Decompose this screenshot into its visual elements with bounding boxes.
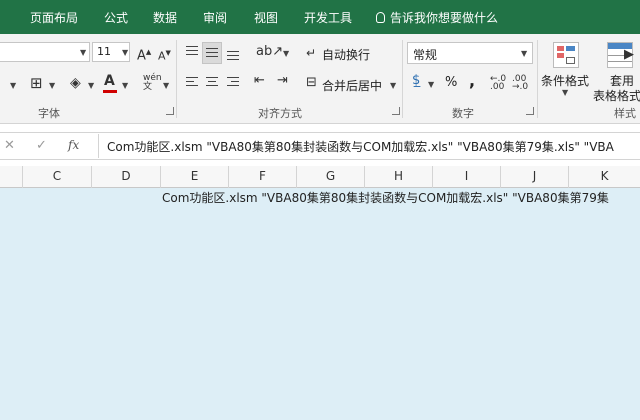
column-headers: C D E F G H I J K	[0, 166, 640, 188]
group-separator	[537, 40, 538, 118]
column-header-e[interactable]: E	[160, 166, 228, 188]
chevron-down-icon: ▼	[88, 81, 95, 90]
borders-icon[interactable]: ⊞	[30, 76, 43, 91]
cursor-pointer-icon: ▶	[624, 47, 634, 62]
phonetic-icon[interactable]: wén 文	[143, 74, 162, 92]
column-header-f[interactable]: F	[228, 166, 296, 188]
chevron-down-icon: ▼	[163, 81, 170, 90]
font-color-icon[interactable]: A	[104, 74, 115, 88]
decrease-indent-icon[interactable]: ⇤	[254, 74, 265, 88]
tab-data[interactable]: 数据	[153, 9, 177, 26]
group-separator	[176, 40, 177, 118]
font-name-box[interactable]	[0, 42, 90, 62]
chevron-down-icon: ▼	[49, 81, 56, 90]
decrease-font-icon[interactable]: A▼	[158, 46, 171, 64]
column-header-k[interactable]: K	[568, 166, 640, 188]
accounting-format-icon[interactable]: $̲	[412, 74, 420, 88]
group-label-styles: 样式	[614, 107, 636, 120]
ribbon: ▼ 11 ▼ A▲ A▼ ▼ ⊞ ▼ ◈ ▼ A ▼ wén 文 ▼ 字体 ab↗…	[0, 34, 640, 124]
fill-color-icon[interactable]: ◈	[70, 76, 81, 90]
tab-formulas[interactable]: 公式	[104, 9, 128, 26]
chevron-down-icon: ▼	[122, 81, 129, 90]
cell-value: Com功能区.xlsm "VBA80集第80集封装函数与COM加载宏.xls" …	[162, 191, 609, 205]
font-size-value: 11	[97, 45, 111, 58]
tell-me-search[interactable]: 告诉我你想要做什么	[376, 9, 498, 26]
tell-me-text: 告诉我你想要做什么	[390, 11, 499, 25]
chevron-down-icon: ▼	[428, 80, 435, 89]
confirm-icon[interactable]: ✓	[36, 138, 47, 153]
chevron-down-icon: ▼	[521, 49, 528, 58]
ribbon-tab-bar: 页面布局 公式 数据 审阅 视图 开发工具 告诉我你想要做什么	[0, 0, 640, 34]
column-header-h[interactable]: H	[364, 166, 432, 188]
tab-page-layout[interactable]: 页面布局	[30, 9, 78, 26]
percent-button[interactable]: %	[445, 75, 457, 90]
lightbulb-icon	[376, 12, 385, 23]
wrap-text-button[interactable]: 自动换行	[322, 46, 370, 63]
increase-font-icon[interactable]: A▲	[137, 45, 151, 63]
chevron-down-icon: ▼	[10, 81, 17, 90]
chevron-down-icon: ▼	[283, 49, 290, 58]
conditional-format-icon	[553, 42, 579, 68]
merge-center-button[interactable]: 合并后居中	[322, 77, 382, 94]
column-header-g[interactable]: G	[296, 166, 364, 188]
alignment-dialog-launcher-icon[interactable]	[392, 107, 400, 115]
merge-center-icon: ⊟	[306, 75, 317, 90]
number-format-box[interactable]: 常规	[407, 42, 533, 64]
chevron-down-icon: ▼	[390, 81, 397, 90]
increase-indent-icon[interactable]: ⇥	[277, 74, 288, 88]
cancel-icon[interactable]: ✕	[4, 138, 15, 153]
tab-review[interactable]: 审阅	[203, 9, 227, 26]
chevron-down-icon: ▼	[80, 48, 87, 57]
conditional-format-button[interactable]: 条件格式	[541, 72, 589, 89]
formula-input[interactable]: Com功能区.xlsm "VBA80集第80集封装函数与COM加载宏.xls" …	[98, 134, 640, 158]
font-dialog-launcher-icon[interactable]	[166, 107, 174, 115]
column-header-c[interactable]: C	[22, 166, 91, 188]
worksheet-grid[interactable]: Com功能区.xlsm "VBA80集第80集封装函数与COM加载宏.xls" …	[0, 188, 640, 420]
font-color-swatch	[103, 90, 117, 93]
number-format-value: 常规	[413, 48, 438, 62]
column-header-d[interactable]: D	[91, 166, 160, 188]
column-header-i[interactable]: I	[432, 166, 500, 188]
chevron-down-icon: ▼	[122, 48, 129, 57]
insert-function-icon[interactable]: fx	[68, 138, 79, 152]
increase-decimal-icon[interactable]: ←.0.00	[490, 75, 506, 92]
orientation-icon[interactable]: ab↗	[256, 45, 283, 59]
tab-developer[interactable]: 开发工具	[304, 9, 352, 26]
comma-style-button[interactable]: ,	[469, 71, 475, 90]
decrease-decimal-icon[interactable]: .00 →.0	[512, 75, 528, 92]
group-label-alignment: 对齐方式	[258, 107, 302, 120]
group-label-number: 数字	[452, 107, 474, 120]
group-separator	[402, 40, 403, 118]
tab-view[interactable]: 视图	[254, 9, 278, 26]
format-as-table-button-line2[interactable]: 表格格式	[593, 87, 640, 104]
number-dialog-launcher-icon[interactable]	[526, 107, 534, 115]
formula-bar: ✕ ✓ fx Com功能区.xlsm "VBA80集第80集封装函数与COM加载…	[0, 132, 640, 160]
group-label-font: 字体	[38, 107, 60, 120]
chevron-down-icon: ▼	[562, 88, 569, 97]
wrap-text-icon: ↵	[306, 46, 317, 60]
column-header-j[interactable]: J	[500, 166, 568, 188]
